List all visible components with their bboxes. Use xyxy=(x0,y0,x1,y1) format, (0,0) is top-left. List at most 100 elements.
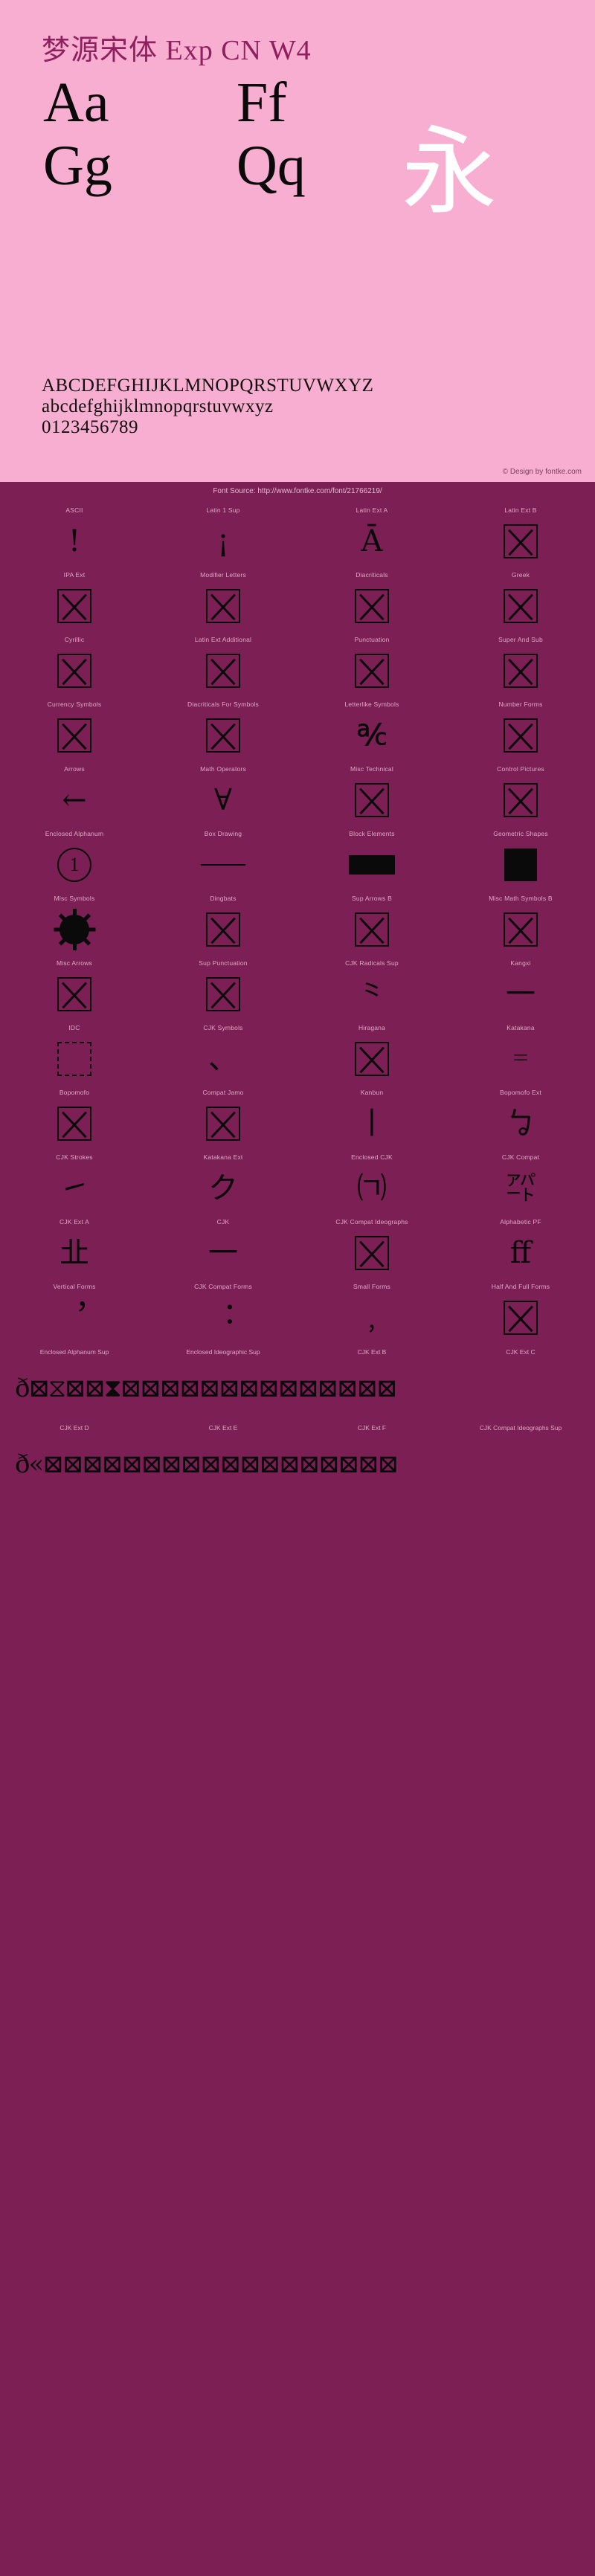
unicode-block-cell[interactable]: Diacriticals xyxy=(298,569,446,634)
unicode-block-cell[interactable]: Latin Ext A Ā xyxy=(298,504,446,569)
unicode-block-cell[interactable]: CJK Ext A 㐀 xyxy=(0,1216,149,1281)
unicode-block-label: Kanbun xyxy=(360,1089,384,1096)
unicode-block-sample xyxy=(149,643,298,698)
unicode-block-label: Katakana Ext xyxy=(203,1153,243,1161)
unicode-block-cell[interactable]: Latin 1 Sup ¡ xyxy=(149,504,298,569)
geometric-shape-icon xyxy=(504,849,537,881)
unicode-block-cell[interactable]: Sup Punctuation xyxy=(149,957,298,1022)
unicode-block-sample xyxy=(149,967,298,1022)
missing-glyph-icon xyxy=(206,1107,240,1141)
unicode-block-cell[interactable]: Diacriticals For Symbols xyxy=(149,698,298,763)
unicode-block-sample xyxy=(298,1031,446,1086)
unicode-block-label: Misc Technical xyxy=(350,765,393,773)
unicode-block-cell[interactable]: Kanbun 丨 xyxy=(298,1086,446,1151)
unicode-block-grid: ASCII! Latin 1 Sup ¡ Latin Ext A Ā Latin Ext … xyxy=(0,500,595,1345)
unicode-block-sample: ⺀ xyxy=(357,977,387,1011)
unicode-block-cell[interactable]: IPA Ext xyxy=(0,569,149,634)
unicode-block-sample xyxy=(446,902,595,957)
unicode-block-cell[interactable]: CJK Strokes ㇀ xyxy=(0,1151,149,1216)
unicode-block-cell[interactable]: Letterlike Symbols ℀ xyxy=(298,698,446,763)
unicode-block-cell[interactable]: Arrows ← xyxy=(0,763,149,828)
unicode-block-cell[interactable]: Box Drawing xyxy=(149,828,298,892)
unicode-block-cell[interactable]: Enclosed Alphanum 1 xyxy=(0,828,149,892)
unicode-block-cell[interactable]: Geometric Shapes xyxy=(446,828,595,892)
unicode-block-label: Small Forms xyxy=(353,1283,390,1290)
glyph-sample-ff: Ff xyxy=(237,71,287,134)
unicode-block-cell[interactable]: Sup Arrows B xyxy=(298,892,446,957)
unicode-block-cell[interactable]: Math Operators ∀ xyxy=(149,763,298,828)
unicode-block-cell[interactable]: Control Pictures xyxy=(446,763,595,828)
box-drawing-icon xyxy=(201,863,245,866)
missing-glyph-icon xyxy=(206,589,240,623)
unicode-block-cell[interactable]: Bopomofo xyxy=(0,1086,149,1151)
glyph-sample-aa: Aa xyxy=(43,71,109,134)
unicode-block-cell[interactable]: Currency Symbols xyxy=(0,698,149,763)
unicode-block-cell[interactable]: CJK Symbols 、 xyxy=(149,1022,298,1086)
unicode-block-cell[interactable]: Katakana Ext ク xyxy=(149,1151,298,1216)
unicode-block-cell[interactable]: Katakana ゠ xyxy=(446,1022,595,1086)
unicode-block-label: Latin 1 Sup xyxy=(206,506,240,514)
unicode-block-label: Enclosed Alphanum Sup xyxy=(39,1348,109,1356)
missing-glyph-icon xyxy=(57,654,91,688)
unicode-block-label: Misc Symbols xyxy=(54,895,95,902)
unicode-block-cell[interactable]: Vertical Forms ︐ xyxy=(0,1281,149,1345)
unicode-block-cell[interactable]: Cyrillic xyxy=(0,634,149,698)
unicode-block-sample: ㈀ xyxy=(357,1171,387,1205)
unicode-block-sample: 、 xyxy=(208,1042,238,1076)
unicode-block-cell[interactable]: Compat Jamo xyxy=(149,1086,298,1151)
unicode-block-cell[interactable]: Greek xyxy=(446,569,595,634)
unicode-block-label: Half And Full Forms xyxy=(491,1283,550,1290)
enclosed-number-icon: 1 xyxy=(57,848,91,882)
unicode-block-cell[interactable]: CJK Compat Forms ︓ xyxy=(149,1281,298,1345)
unicode-block-cell[interactable]: Misc Symbols xyxy=(0,892,149,957)
alphabet-block: ABCDEFGHIJKLMNOPQRSTUVWXYZ abcdefghijklm… xyxy=(42,376,577,438)
block-element-icon xyxy=(349,855,395,875)
unicode-block-label: Bopomofo xyxy=(59,1089,90,1096)
unicode-block-cell[interactable]: Latin Ext Additional xyxy=(149,634,298,698)
unicode-block-cell[interactable]: Hiragana xyxy=(298,1022,446,1086)
unicode-block-label: Misc Math Symbols B xyxy=(489,895,553,902)
unicode-block-sample xyxy=(0,1031,149,1086)
unicode-block-cell[interactable]: CJK 一 xyxy=(149,1216,298,1281)
unicode-block-label: Enclosed Alphanum xyxy=(45,830,104,837)
alphabet-uppercase: ABCDEFGHIJKLMNOPQRSTUVWXYZ xyxy=(42,376,374,396)
unicode-block-sample xyxy=(446,708,595,763)
unicode-block-cell[interactable]: Misc Math Symbols B xyxy=(446,892,595,957)
unicode-block-sample: ← xyxy=(62,783,87,817)
unicode-block-cell[interactable]: Kangxi 一 xyxy=(446,957,595,1022)
unicode-block-sample xyxy=(0,1096,149,1151)
unicode-block-cell[interactable]: Latin Ext B xyxy=(446,504,595,569)
unicode-block-cell[interactable]: Punctuation xyxy=(298,634,446,698)
unicode-block-sample: 一 xyxy=(208,1236,238,1270)
missing-glyph-icon xyxy=(206,654,240,688)
unicode-block-sample xyxy=(446,1290,595,1345)
unicode-block-cell[interactable]: Dingbats xyxy=(149,892,298,957)
unicode-block-sample xyxy=(298,773,446,828)
unicode-block-sample xyxy=(149,579,298,634)
unicode-block-label: Alphabetic PF xyxy=(500,1218,541,1226)
unicode-block-cell[interactable]: Half And Full Forms xyxy=(446,1281,595,1345)
unicode-block-cell[interactable]: Modifier Letters xyxy=(149,569,298,634)
unicode-block-sample: ℀ xyxy=(356,718,387,753)
unicode-block-cell[interactable]: Super And Sub xyxy=(446,634,595,698)
unicode-block-label: Vertical Forms xyxy=(53,1283,96,1290)
unicode-block-cell[interactable]: CJK Compat ㌀ xyxy=(446,1151,595,1216)
unicode-block-sample: Ā xyxy=(361,524,383,558)
unicode-block-cell[interactable]: Misc Technical xyxy=(298,763,446,828)
unicode-block-cell[interactable]: Number Forms xyxy=(446,698,595,763)
unicode-block-label: IPA Ext xyxy=(63,571,86,579)
unicode-block-cell[interactable]: Alphabetic PF ﬀ xyxy=(446,1216,595,1281)
unicode-block-cell[interactable]: CJK Radicals Sup ⺀ xyxy=(298,957,446,1022)
unicode-block-sample: 㐀 xyxy=(60,1236,89,1270)
unicode-block-cell[interactable]: Enclosed CJK ㈀ xyxy=(298,1151,446,1216)
unicode-block-cell[interactable]: Small Forms ﹐ xyxy=(298,1281,446,1345)
unicode-block-cell[interactable]: Block Elements xyxy=(298,828,446,892)
missing-glyph-icon xyxy=(57,1107,91,1141)
wide-block-sample-row: ð⊠⧖⊠⊠⧗⊠⊠⊠⊠⊠⊠⊠⊠⊠⊠⊠⊠⊠⊠ xyxy=(15,1374,398,1403)
unicode-block-sample xyxy=(149,837,298,892)
unicode-block-cell[interactable]: Misc Arrows xyxy=(0,957,149,1022)
unicode-block-cell[interactable]: IDC xyxy=(0,1022,149,1086)
unicode-block-cell[interactable]: ASCII! xyxy=(0,504,149,569)
unicode-block-cell[interactable]: CJK Compat Ideographs xyxy=(298,1216,446,1281)
unicode-block-cell[interactable]: Bopomofo Ext ㆠ xyxy=(446,1086,595,1151)
